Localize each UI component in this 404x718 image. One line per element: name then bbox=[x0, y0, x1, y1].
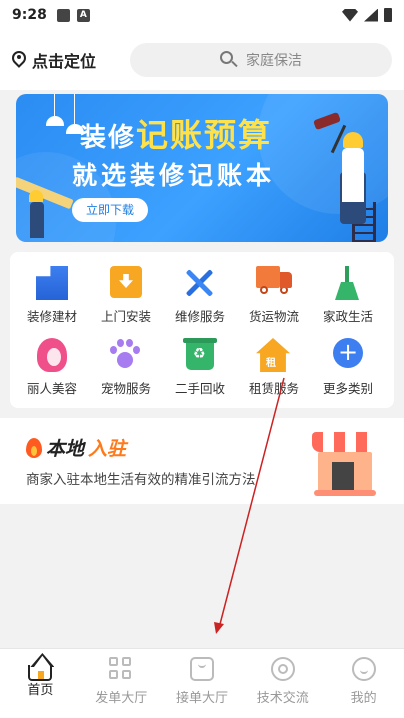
category-label: 装修建材 bbox=[26, 309, 77, 324]
status-bar: 9:28 A bbox=[0, 0, 404, 30]
beauty-face-icon bbox=[34, 338, 70, 374]
category-beauty[interactable]: 丽人美容 bbox=[14, 328, 90, 398]
location-button[interactable]: 点击定位 bbox=[12, 48, 122, 72]
nav-label: 首页 bbox=[27, 683, 54, 698]
nav-label: 发单大厅 bbox=[95, 691, 148, 706]
nav-post-orders[interactable]: 发单大厅 bbox=[81, 649, 162, 718]
download-now-button[interactable]: 立即下载 bbox=[72, 198, 148, 222]
local-title-orange: 入驻 bbox=[88, 438, 127, 460]
worker-helmet-icon bbox=[29, 190, 43, 202]
tools-icon bbox=[182, 266, 218, 302]
lamp-icon bbox=[46, 116, 64, 126]
search-placeholder: 家庭保洁 bbox=[246, 53, 302, 69]
banner-headline-prefix: 装修 bbox=[80, 123, 137, 153]
local-title-black: 本地 bbox=[46, 438, 85, 460]
banner-decoration bbox=[258, 94, 388, 214]
nav-tech-exchange[interactable]: 技术交流 bbox=[242, 649, 323, 718]
nav-profile[interactable]: 我的 bbox=[323, 649, 404, 718]
category-recycle[interactable]: 二手回收 bbox=[162, 328, 238, 398]
worker-illustration bbox=[30, 202, 44, 238]
search-input[interactable]: 家庭保洁 bbox=[130, 43, 392, 77]
building-icon bbox=[34, 266, 70, 302]
app-notification-icon: A bbox=[76, 8, 90, 22]
lamp-cord bbox=[74, 94, 75, 124]
nav-label: 接单大厅 bbox=[175, 691, 228, 706]
broom-icon bbox=[330, 266, 366, 302]
recycle-bin-icon bbox=[182, 338, 218, 374]
paw-icon bbox=[108, 338, 144, 374]
status-time: 9:28 bbox=[12, 7, 47, 23]
bag-icon bbox=[189, 657, 214, 681]
nav-home[interactable]: 首页 bbox=[0, 649, 81, 718]
top-header: 点击定位 家庭保洁 bbox=[0, 30, 404, 90]
profile-icon bbox=[351, 657, 376, 681]
category-label: 维修服务 bbox=[174, 309, 225, 324]
category-decoration-materials[interactable]: 装修建材 bbox=[14, 256, 90, 326]
image-notification-icon bbox=[56, 8, 70, 22]
search-icon bbox=[220, 51, 238, 69]
nav-take-orders[interactable]: 接单大厅 bbox=[162, 649, 243, 718]
category-label: 宠物服务 bbox=[100, 381, 151, 396]
battery-icon bbox=[384, 8, 392, 22]
category-more[interactable]: + 更多类别 bbox=[310, 328, 386, 398]
category-rental[interactable]: 租 租赁服务 bbox=[236, 328, 312, 398]
home-icon bbox=[28, 653, 55, 681]
category-grid: 装修建材 上门安装 维修服务 货运物流 家政生活 丽人美容 宠物服务 ♻ 二手回… bbox=[10, 252, 394, 408]
status-indicators bbox=[342, 8, 392, 22]
rent-house-icon: 租 bbox=[256, 338, 292, 374]
annotation-arrow-head bbox=[214, 622, 224, 634]
local-description: 商家入驻本地生活有效的精准引流方法 bbox=[26, 472, 256, 488]
lamp-cord bbox=[54, 94, 55, 116]
category-home-install[interactable]: 上门安装 bbox=[88, 256, 164, 326]
category-freight[interactable]: 货运物流 bbox=[236, 256, 312, 326]
nav-label: 我的 bbox=[350, 691, 377, 706]
banner-headline: 装修记账预算 bbox=[80, 110, 272, 156]
category-label: 丽人美容 bbox=[26, 381, 77, 396]
signal-icon bbox=[364, 8, 378, 22]
banner-headline-highlight: 记账预算 bbox=[136, 116, 273, 154]
local-settle-in-card[interactable]: 本地 入驻 商家入驻本地生活有效的精准引流方法 bbox=[0, 418, 404, 504]
category-label: 家政生活 bbox=[322, 309, 373, 324]
truck-icon bbox=[256, 266, 292, 302]
category-pet[interactable]: 宠物服务 bbox=[88, 328, 164, 398]
category-label: 租赁服务 bbox=[248, 381, 299, 396]
install-box-icon bbox=[108, 266, 144, 302]
category-housekeeping[interactable]: 家政生活 bbox=[310, 256, 386, 326]
location-pin-icon bbox=[12, 51, 26, 69]
category-label: 二手回收 bbox=[174, 381, 225, 396]
nav-label: 技术交流 bbox=[256, 691, 309, 706]
location-label: 点击定位 bbox=[32, 52, 97, 71]
local-title: 本地 入驻 bbox=[26, 434, 126, 461]
wifi-icon bbox=[342, 8, 358, 22]
grid-icon bbox=[109, 657, 133, 681]
painter-shirt bbox=[342, 148, 364, 202]
plus-icon: + bbox=[330, 338, 366, 374]
ring-icon bbox=[270, 657, 295, 681]
promo-banner[interactable]: 装修记账预算 就选装修记账本 立即下载 bbox=[16, 94, 388, 242]
category-repair[interactable]: 维修服务 bbox=[162, 256, 238, 326]
category-label: 更多类别 bbox=[322, 381, 373, 396]
storefront-icon bbox=[312, 432, 378, 496]
bottom-navigation: 首页 发单大厅 接单大厅 技术交流 我的 bbox=[0, 648, 404, 718]
category-label: 上门安装 bbox=[100, 309, 151, 324]
painter-helmet-icon bbox=[343, 132, 363, 148]
banner-subheadline: 就选装修记账本 bbox=[72, 161, 276, 190]
flame-icon bbox=[26, 437, 42, 458]
category-label: 货运物流 bbox=[248, 309, 299, 324]
